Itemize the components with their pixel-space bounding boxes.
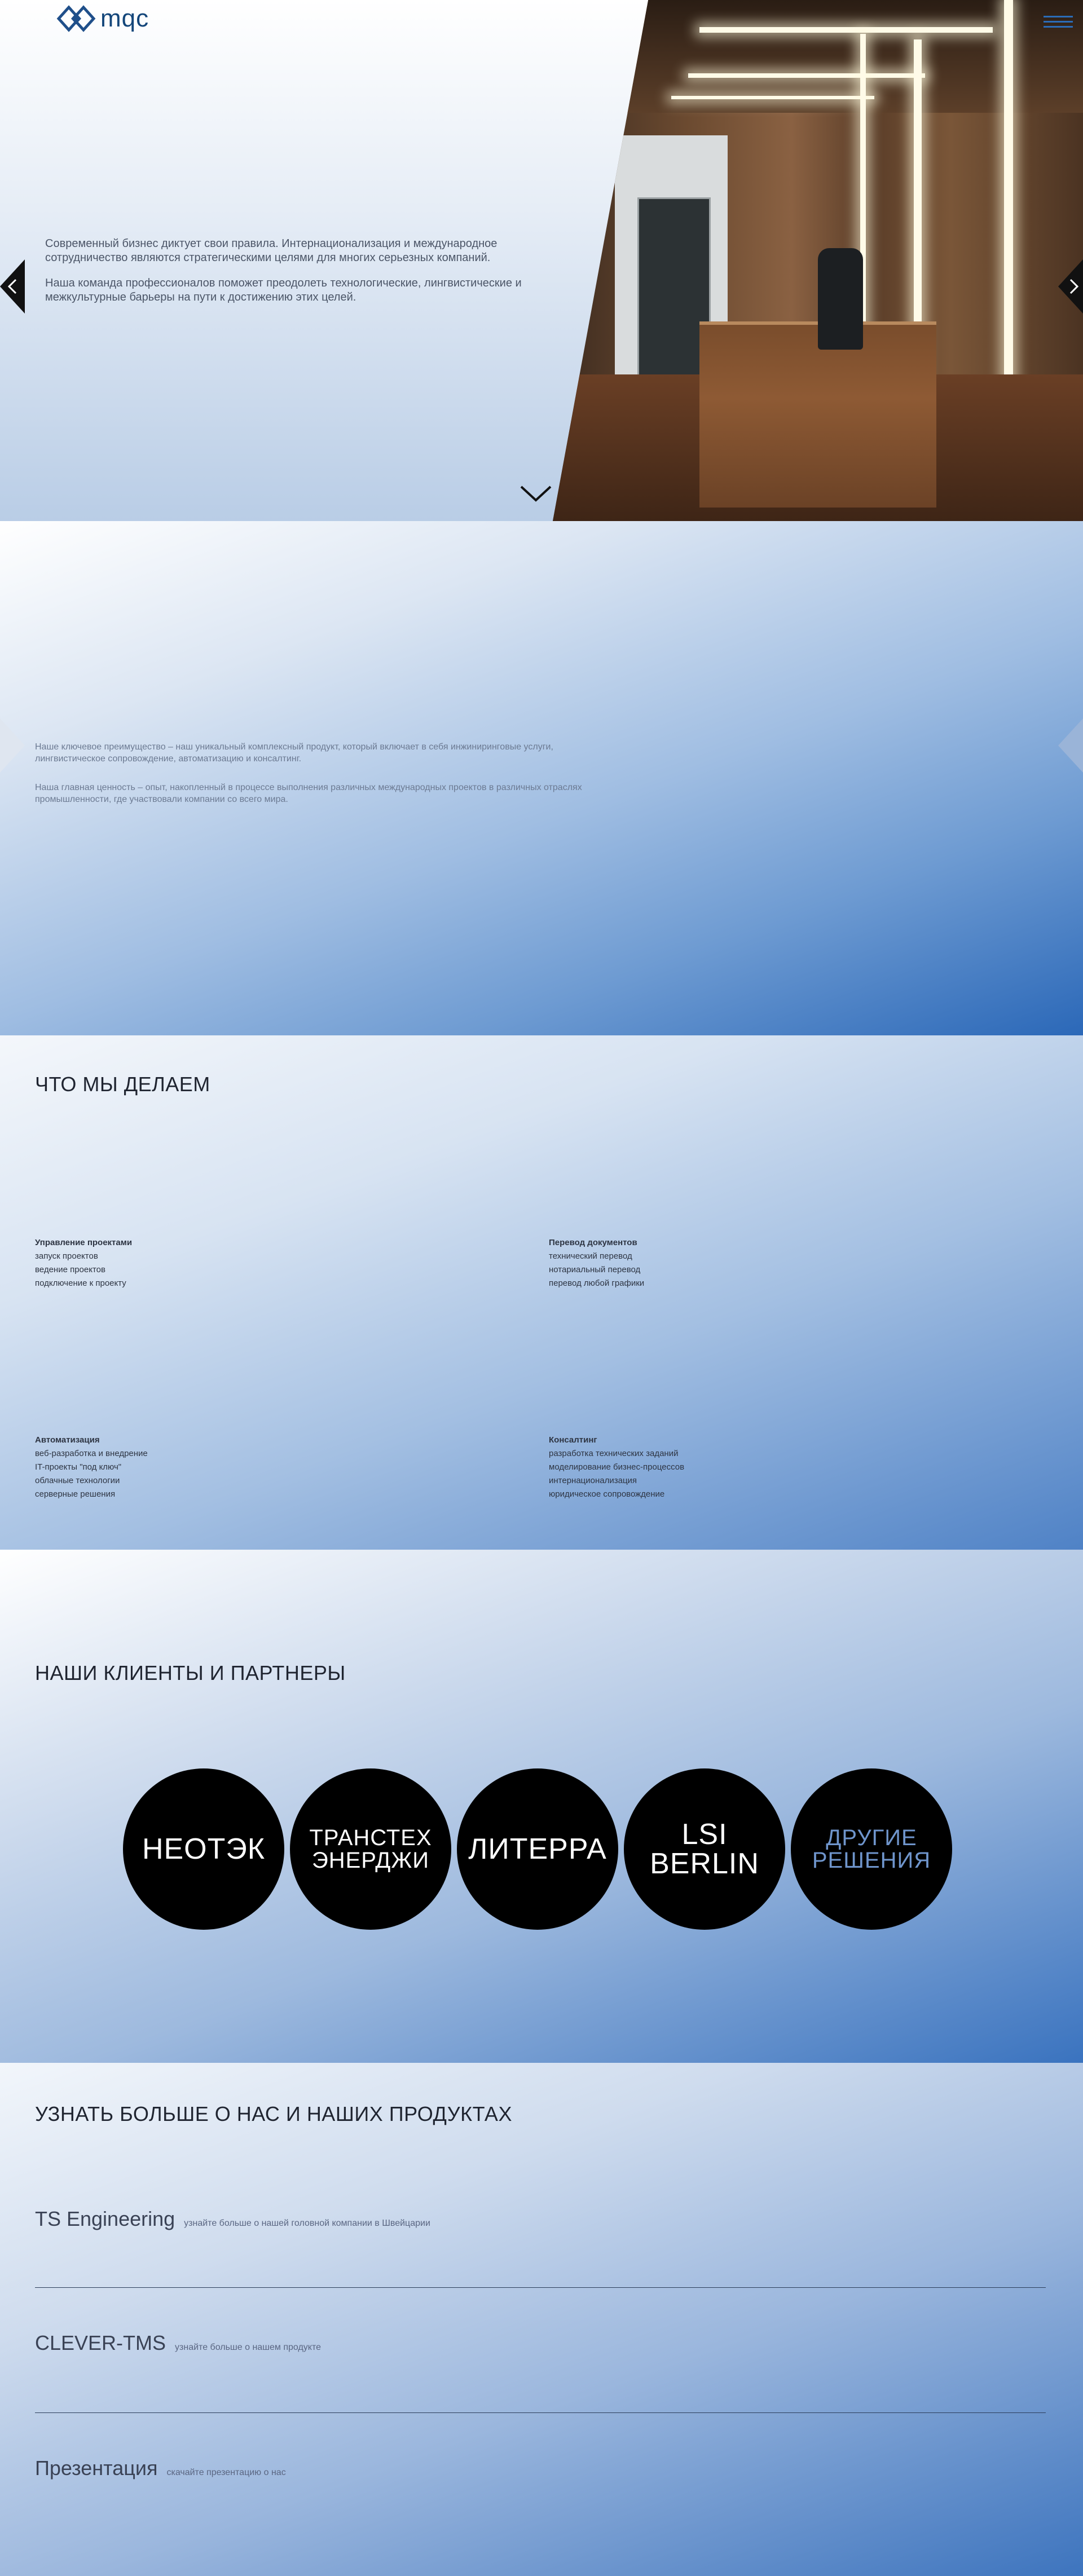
diamond-logo-icon bbox=[56, 5, 96, 32]
more-link-desc: скачайте презентацию о нас bbox=[166, 2468, 286, 2477]
client-neotek[interactable]: НЕОТЭК bbox=[123, 1768, 284, 1930]
client-label: ТРАНСТЕХ ЭНЕРДЖИ bbox=[309, 1825, 432, 1873]
service-item: перевод любой графики bbox=[549, 1278, 645, 1288]
chevron-right-icon bbox=[1058, 718, 1083, 773]
client-label: ЛИТЕРРА bbox=[468, 1833, 607, 1865]
client-label: ДРУГИЕ РЕШЕНИЯ bbox=[812, 1825, 931, 1873]
more-link-name: CLEVER-TMS bbox=[35, 2331, 166, 2354]
about-paragraph-1: Наше ключевое преимущество – наш уникаль… bbox=[35, 742, 553, 764]
hero-paragraph-1: Современный бизнес диктует свои правила.… bbox=[45, 237, 498, 264]
client-lsi-berlin[interactable]: LSI BERLIN bbox=[624, 1768, 785, 1930]
client-other-solutions[interactable]: ДРУГИЕ РЕШЕНИЯ bbox=[791, 1768, 952, 1930]
slider-prev-button[interactable] bbox=[0, 259, 25, 314]
service-group-translation: Перевод документов технический перевод н… bbox=[549, 1236, 644, 1290]
more-title: УЗНАТЬ БОЛЬШЕ О НАС И НАШИХ ПРОДУКТАХ bbox=[35, 2102, 512, 2125]
service-item: моделирование бизнес-процессов bbox=[549, 1462, 685, 1472]
service-item: интернационализация bbox=[549, 1476, 637, 1485]
about-paragraph-2: Наша главная ценность – опыт, накопленны… bbox=[35, 783, 582, 804]
service-item: серверные решения bbox=[35, 1489, 116, 1499]
divider bbox=[35, 2412, 1046, 2413]
about-next-button[interactable] bbox=[1058, 718, 1083, 773]
hero-paragraph-2: Наша команда профессионалов поможет прео… bbox=[45, 277, 522, 303]
client-transtech-energy[interactable]: ТРАНСТЕХ ЭНЕРДЖИ bbox=[290, 1768, 451, 1930]
chevron-down-icon[interactable] bbox=[519, 482, 553, 505]
service-item: подключение к проекту bbox=[35, 1278, 126, 1288]
more-link-presentation[interactable]: Презентация скачайте презентацию о нас bbox=[35, 2456, 286, 2480]
service-item: нотариальный перевод bbox=[549, 1265, 641, 1274]
service-group-consulting: Консалтинг разработка технических задани… bbox=[549, 1433, 684, 1501]
service-group-title: Управление проектами bbox=[35, 1238, 133, 1247]
service-group-title: Перевод документов bbox=[549, 1238, 637, 1247]
more-link-name: Презентация bbox=[35, 2456, 158, 2480]
logo[interactable]: mqc bbox=[56, 5, 149, 33]
chevron-left-icon bbox=[0, 259, 25, 314]
more-link-desc: узнайте больше о нашем продукте bbox=[175, 2343, 322, 2352]
service-group-title: Консалтинг bbox=[549, 1435, 597, 1445]
logo-text: mqc bbox=[100, 5, 149, 32]
more-section: УЗНАТЬ БОЛЬШЕ О НАС И НАШИХ ПРОДУКТАХ TS… bbox=[0, 2063, 1083, 2576]
clients-title: НАШИ КЛИЕНТЫ И ПАРТНЕРЫ bbox=[35, 1661, 346, 1684]
service-item: запуск проектов bbox=[35, 1251, 98, 1261]
service-group-automation: Автоматизация веб-разработка и внедрение… bbox=[35, 1433, 148, 1501]
service-item: ведение проектов bbox=[35, 1265, 105, 1274]
about-prev-button[interactable] bbox=[0, 718, 25, 773]
hero-office-photo bbox=[553, 0, 1083, 521]
more-link-name: TS Engineering bbox=[35, 2207, 175, 2230]
services-section: ЧТО МЫ ДЕЛАЕМ Управление проектами запус… bbox=[0, 1035, 1083, 1550]
hamburger-menu-icon[interactable] bbox=[1044, 16, 1073, 28]
client-label: НЕОТЭК bbox=[142, 1833, 266, 1865]
hero-section: mqc Современный бизнес диктует свои прав… bbox=[0, 0, 1083, 521]
service-group-project-management: Управление проектами запуск проектов вед… bbox=[35, 1236, 132, 1290]
about-intro: Наше ключевое преимущество – наш уникаль… bbox=[35, 741, 599, 822]
client-label: LSI BERLIN bbox=[650, 1818, 759, 1880]
service-item: облачные технологии bbox=[35, 1476, 120, 1485]
client-literra[interactable]: ЛИТЕРРА bbox=[457, 1768, 618, 1930]
services-title: ЧТО МЫ ДЕЛАЕМ bbox=[35, 1073, 210, 1096]
hero-intro: Современный бизнес диктует свои правила.… bbox=[45, 237, 547, 316]
divider bbox=[35, 2287, 1046, 2288]
chevron-right-icon bbox=[1058, 259, 1083, 314]
service-item: веб-разработка и внедрение bbox=[35, 1449, 148, 1458]
more-link-clever-tms[interactable]: CLEVER-TMS узнайте больше о нашем продук… bbox=[35, 2331, 321, 2355]
service-item: IT-проекты "под ключ" bbox=[35, 1462, 122, 1472]
service-group-title: Автоматизация bbox=[35, 1435, 100, 1445]
more-link-desc: узнайте больше о нашей головной компании… bbox=[184, 2218, 430, 2228]
service-item: юридическое сопровождение bbox=[549, 1489, 665, 1499]
chevron-left-icon bbox=[0, 718, 25, 773]
slider-next-button[interactable] bbox=[1058, 259, 1083, 314]
about-section: Наше ключевое преимущество – наш уникаль… bbox=[0, 521, 1083, 1035]
service-item: технический перевод bbox=[549, 1251, 632, 1261]
service-item: разработка технических заданий bbox=[549, 1449, 679, 1458]
more-link-ts-engineering[interactable]: TS Engineering узнайте больше о нашей го… bbox=[35, 2207, 430, 2231]
clients-section: НАШИ КЛИЕНТЫ И ПАРТНЕРЫ НЕОТЭК ТРАНСТЕХ … bbox=[0, 1550, 1083, 2063]
